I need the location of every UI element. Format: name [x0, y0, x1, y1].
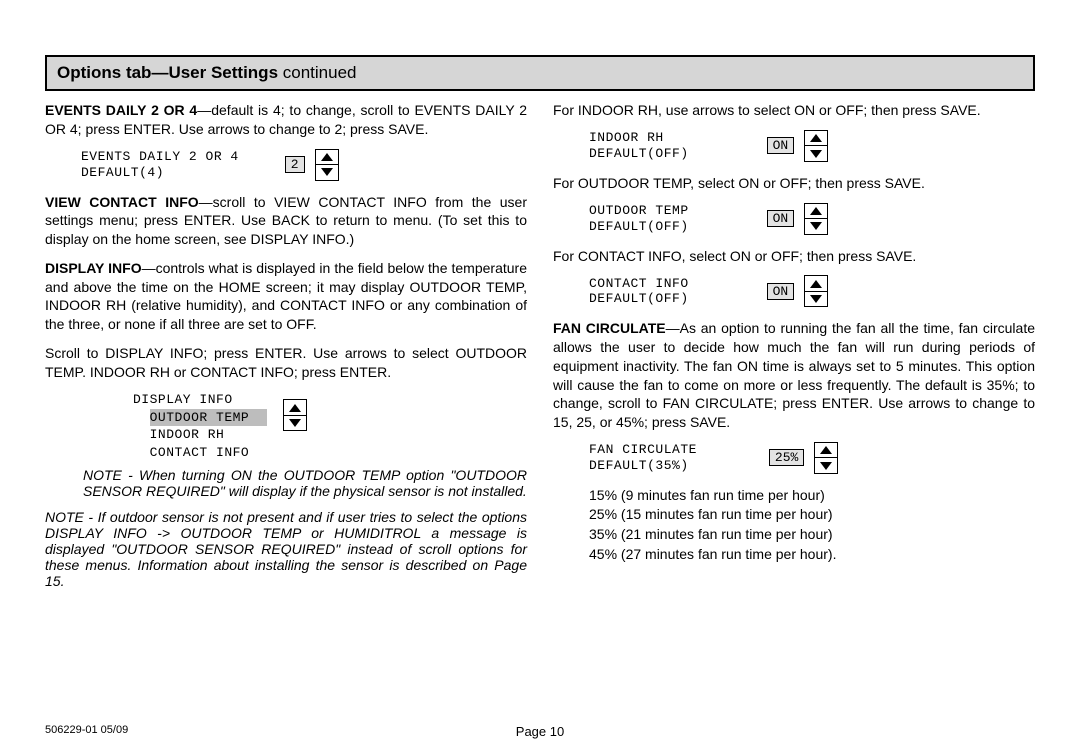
- arrow-up-icon: [805, 204, 827, 220]
- para-contact-info: For CONTACT INFO, select ON or OFF; then…: [553, 247, 1035, 266]
- lcd-outdoor-temp: OUTDOOR TEMP DEFAULT(OFF) ON: [589, 203, 1035, 235]
- lcd-fan-circulate: FAN CIRCULATE DEFAULT(35%) 25%: [589, 442, 1035, 474]
- spinner-icon: [804, 203, 828, 235]
- fan-45: 45% (27 minutes fan run time per hour).: [589, 546, 836, 562]
- arrow-down-icon: [316, 165, 338, 180]
- spinner-icon: [804, 130, 828, 162]
- lcd-events-text: EVENTS DAILY 2 OR 4 DEFAULT(4): [81, 149, 239, 180]
- para-indoor-rh: For INDOOR RH, use arrows to select ON o…: [553, 101, 1035, 120]
- lcd-ot-value: ON: [767, 210, 795, 227]
- lcd-events-value: 2: [285, 156, 305, 173]
- lcd-contact-info: CONTACT INFO DEFAULT(OFF) ON: [589, 275, 1035, 307]
- lcd-indoor-rh: INDOOR RH DEFAULT(OFF) ON: [589, 130, 1035, 162]
- rest-fan-circulate: —As an option to running the fan all the…: [553, 320, 1035, 430]
- lcd-list-block: DISPLAY INFO OUTDOOR TEMP INDOOR RH CONT…: [133, 391, 267, 461]
- arrow-up-icon: [316, 150, 338, 166]
- lead-display-info: DISPLAY INFO: [45, 260, 142, 276]
- arrow-down-icon: [815, 458, 837, 473]
- fan-35: 35% (21 minutes fan run time per hour): [589, 526, 833, 542]
- lcd-fc-text: FAN CIRCULATE DEFAULT(35%): [589, 442, 697, 473]
- lcd-ci-text: CONTACT INFO DEFAULT(OFF): [589, 276, 689, 307]
- lcd-display-info-list: DISPLAY INFO OUTDOOR TEMP INDOOR RH CONT…: [81, 391, 527, 461]
- lead-fan-circulate: FAN CIRCULATE: [553, 320, 666, 336]
- page-footer: 506229-01 05/09 Page 10: [45, 724, 1035, 736]
- arrow-down-icon: [805, 219, 827, 234]
- header-title-bold: Options tab—User Settings: [57, 63, 278, 82]
- lcd-events-daily: EVENTS DAILY 2 OR 4 DEFAULT(4) 2: [81, 149, 527, 181]
- note-outdoor-temp: NOTE - When turning ON the OUTDOOR TEMP …: [83, 467, 527, 499]
- fan-list: 15% (9 minutes fan run time per hour) 25…: [589, 486, 1035, 564]
- arrow-down-icon: [284, 416, 306, 431]
- arrow-up-icon: [815, 443, 837, 459]
- spinner-icon: [283, 399, 307, 431]
- lead-events: EVENTS DAILY 2 OR 4: [45, 102, 197, 118]
- lcd-fc-value: 25%: [769, 449, 804, 466]
- lcd-rh-value: ON: [767, 137, 795, 154]
- arrow-up-icon: [805, 131, 827, 147]
- spinner-icon: [804, 275, 828, 307]
- para-events: EVENTS DAILY 2 OR 4—default is 4; to cha…: [45, 101, 527, 139]
- note-outdoor-sensor: NOTE - If outdoor sensor is not present …: [45, 509, 527, 589]
- fan-15: 15% (9 minutes fan run time per hour): [589, 487, 825, 503]
- lead-view-contact: VIEW CONTACT INFO: [45, 194, 199, 210]
- section-header: Options tab—User Settings continued: [45, 55, 1035, 91]
- para-outdoor-temp: For OUTDOOR TEMP, select ON or OFF; then…: [553, 174, 1035, 193]
- para-view-contact: VIEW CONTACT INFO—scroll to VIEW CONTACT…: [45, 193, 527, 249]
- arrow-up-icon: [284, 400, 306, 416]
- lcd-ot-text: OUTDOOR TEMP DEFAULT(OFF): [589, 203, 689, 234]
- arrow-up-icon: [805, 276, 827, 292]
- left-column: EVENTS DAILY 2 OR 4—default is 4; to cha…: [45, 101, 527, 599]
- header-title-rest: continued: [278, 63, 356, 82]
- spinner-icon: [315, 149, 339, 181]
- spinner-icon: [814, 442, 838, 474]
- right-column: For INDOOR RH, use arrows to select ON o…: [553, 101, 1035, 599]
- para-display-info: DISPLAY INFO—controls what is displayed …: [45, 259, 527, 334]
- para-fan-circulate: FAN CIRCULATE—As an option to running th…: [553, 319, 1035, 432]
- lcd-ci-value: ON: [767, 283, 795, 300]
- fan-25: 25% (15 minutes fan run time per hour): [589, 506, 833, 522]
- arrow-down-icon: [805, 292, 827, 307]
- arrow-down-icon: [805, 146, 827, 161]
- lcd-rh-text: INDOOR RH DEFAULT(OFF): [589, 130, 689, 161]
- footer-page: Page 10: [45, 724, 1035, 739]
- para-scroll-display: Scroll to DISPLAY INFO; press ENTER. Use…: [45, 344, 527, 382]
